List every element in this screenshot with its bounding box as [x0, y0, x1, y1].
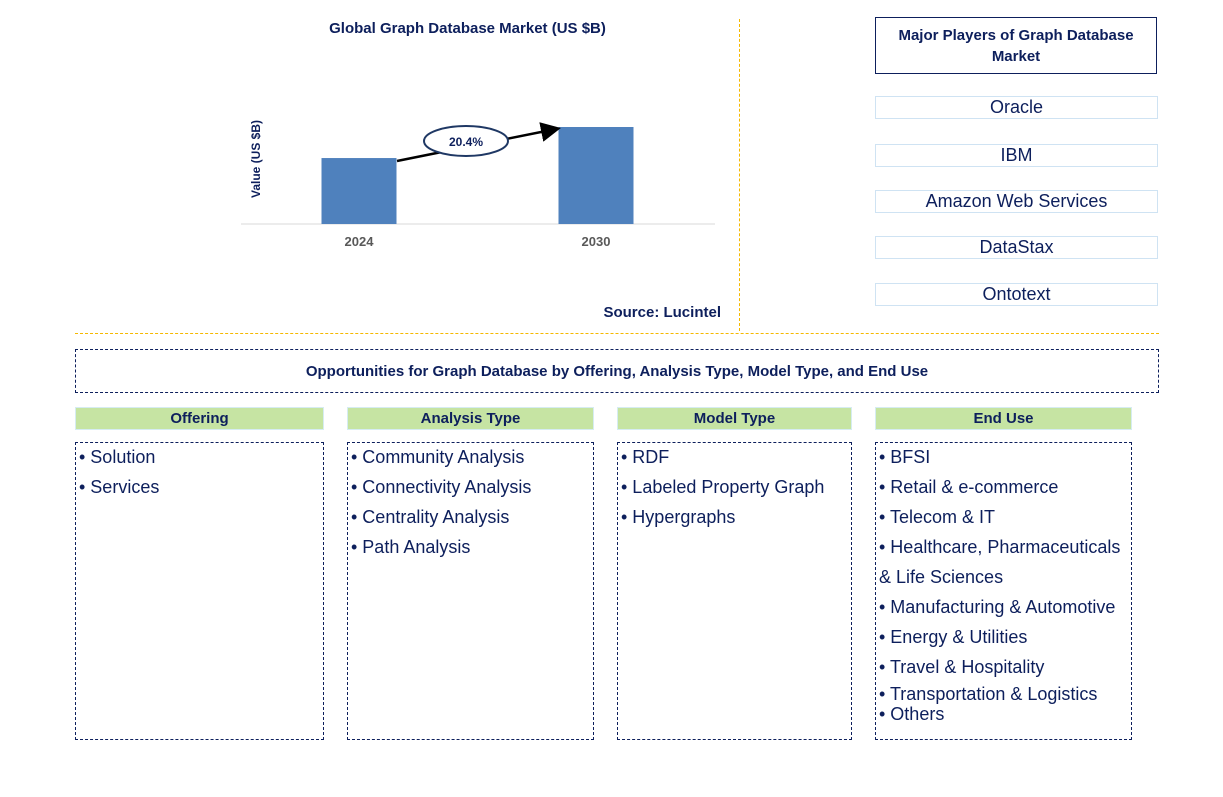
player-aws: Amazon Web Services: [875, 190, 1158, 213]
list-item: • Others: [879, 704, 945, 724]
list-item: • Energy & Utilities: [879, 627, 1028, 647]
list-item: • Retail & e-commerce: [879, 477, 1059, 497]
bar-2030: [558, 127, 634, 224]
list-item: • Path Analysis: [351, 537, 471, 557]
list-item: & Life Sciences: [879, 567, 1004, 587]
player-oracle: Oracle: [875, 96, 1158, 119]
list-item: • Transportation & Logistics: [879, 684, 1098, 704]
list-item: • Labeled Property Graph: [621, 477, 825, 497]
player-ibm: IBM: [875, 144, 1158, 167]
x-tick-label: 2024: [345, 234, 375, 249]
list-item: • Services: [79, 477, 160, 497]
list-item: • Centrality Analysis: [351, 507, 510, 527]
player-ontotext: Ontotext: [875, 283, 1158, 306]
y-axis-label: Value (US $B): [249, 119, 263, 199]
list-item: • Telecom & IT: [879, 507, 996, 527]
category-header-end-use: End Use: [875, 407, 1132, 430]
category-list-analysis-type: • Community Analysis • Connectivity Anal…: [347, 442, 594, 740]
bar-chart: 2024 2030 20.4%: [241, 122, 715, 249]
category-list-offering: • Solution • Services: [75, 442, 324, 740]
list-item: • Travel & Hospitality: [879, 657, 1045, 677]
list-item: • Healthcare, Pharmaceuticals: [879, 537, 1121, 557]
cagr-label: 20.4%: [449, 135, 483, 149]
category-list-end-use: • BFSI • Retail & e-commerce • Telecom &…: [875, 442, 1132, 740]
x-tick-label: 2030: [582, 234, 611, 249]
category-header-offering: Offering: [75, 407, 324, 430]
category-header-analysis-type: Analysis Type: [347, 407, 594, 430]
opportunities-title: Opportunities for Graph Database by Offe…: [75, 349, 1159, 393]
list-item: • RDF: [621, 447, 670, 467]
category-list-model-type: • RDF • Labeled Property Graph • Hypergr…: [617, 442, 852, 740]
category-header-model-type: Model Type: [617, 407, 852, 430]
player-datastax: DataStax: [875, 236, 1158, 259]
list-item: • Manufacturing & Automotive: [879, 597, 1116, 617]
source-label: Source: Lucintel: [603, 304, 721, 321]
horizontal-divider: [75, 333, 1159, 334]
list-item: • Community Analysis: [351, 447, 525, 467]
list-item: • BFSI: [879, 447, 931, 467]
vertical-divider: [739, 19, 740, 331]
list-item: • Solution: [79, 447, 156, 467]
list-item: • Hypergraphs: [621, 507, 736, 527]
players-title: Major Players of Graph Database Market: [875, 17, 1157, 74]
list-item: • Connectivity Analysis: [351, 477, 532, 497]
bar-2024: [321, 158, 397, 224]
